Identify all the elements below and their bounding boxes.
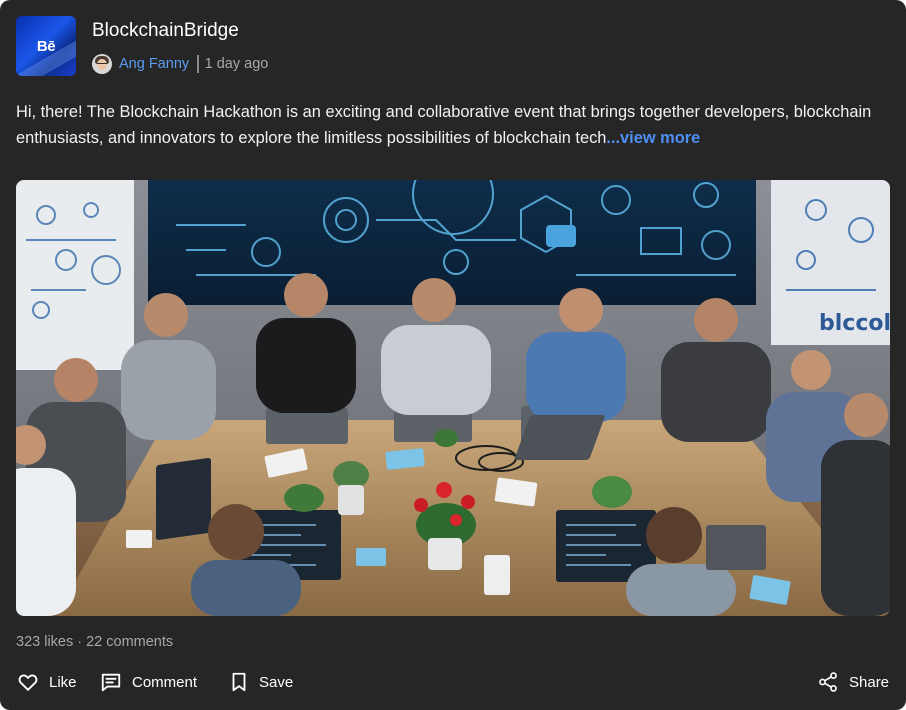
- post-card: Bē BlockchainBridge Ang Fanny 1 day ago …: [0, 0, 906, 710]
- whiteboard-lettering: blccoln: [819, 311, 890, 336]
- save-label: Save: [259, 673, 294, 691]
- meta-divider: [197, 55, 199, 73]
- author-name[interactable]: Ang Fanny: [119, 56, 189, 72]
- group-name[interactable]: BlockchainBridge: [92, 20, 239, 42]
- post-stats: 323 likes · 22 comments: [16, 634, 174, 650]
- share-button[interactable]: Share: [817, 668, 889, 696]
- save-button[interactable]: Save: [229, 668, 293, 696]
- post-text: Hi, there! The Blockchain Hackathon is a…: [16, 99, 894, 151]
- comment-label: Comment: [132, 673, 198, 691]
- group-avatar[interactable]: Bē: [16, 16, 76, 76]
- hackathon-photo: blccoln: [16, 180, 890, 616]
- comment-button[interactable]: Comment: [100, 668, 197, 696]
- view-more-link[interactable]: ...view more: [606, 129, 700, 147]
- post-image[interactable]: blccoln: [16, 180, 890, 616]
- post-time: 1 day ago: [204, 56, 269, 72]
- like-button[interactable]: Like: [17, 668, 77, 696]
- share-label: Share: [849, 673, 890, 691]
- like-label: Like: [49, 673, 77, 691]
- author-avatar[interactable]: [92, 54, 112, 74]
- comment-icon: [101, 673, 121, 692]
- share-icon: [819, 672, 837, 692]
- heart-icon: [18, 674, 38, 691]
- post-meta: Ang Fanny 1 day ago: [92, 53, 268, 75]
- group-logo-text: Bē: [36, 37, 56, 55]
- post-body: Hi, there! The Blockchain Hackathon is a…: [16, 103, 872, 147]
- bookmark-icon: [232, 672, 246, 692]
